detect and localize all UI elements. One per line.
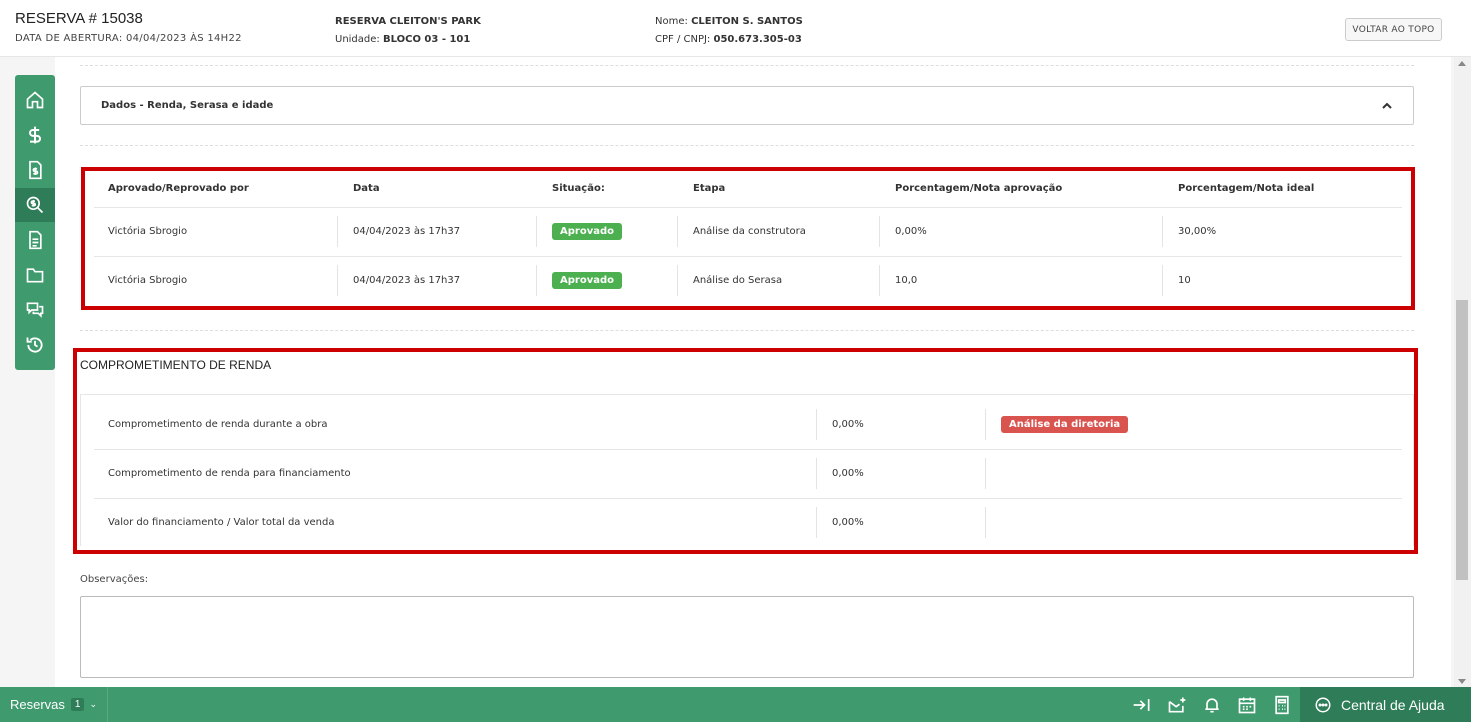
status-badge: Aprovado: [552, 272, 622, 289]
observations-label: Observações:: [80, 574, 149, 585]
col-divider: [879, 265, 880, 296]
cell-date: 04/04/2023 às 17h37: [353, 226, 461, 237]
project-info: RESERVA CLEITON'S PARK Unidade: BLOCO 03…: [335, 13, 481, 49]
folder-icon[interactable]: [15, 258, 55, 292]
income-value: 0,00%: [832, 517, 864, 528]
scrollbar-thumb[interactable]: [1456, 300, 1468, 580]
name-value: CLEITON S. SANTOS: [691, 16, 803, 27]
cell-stage: Análise da construtora: [693, 226, 806, 237]
bell-icon[interactable]: [1202, 695, 1222, 715]
section-title: COMPROMETIMENTO DE RENDA: [80, 358, 272, 372]
name-label: Nome:: [655, 16, 688, 27]
side-nav: [15, 75, 55, 370]
col-header-ideal: Porcentagem/Nota ideal: [1178, 183, 1315, 194]
review-badge: Análise da diretoria: [1001, 416, 1129, 433]
row-divider: [94, 256, 1402, 257]
divider: [80, 65, 1414, 66]
opened-date: DATA DE ABERTURA: 04/04/2023 ÀS 14H22: [15, 33, 242, 44]
col-divider: [677, 265, 678, 296]
cell-score: 0,00%: [895, 226, 927, 237]
calendar-icon[interactable]: [1237, 695, 1257, 715]
income-label: Valor do financiamento / Valor total da …: [108, 517, 335, 528]
back-to-top-button[interactable]: VOLTAR AO TOPO: [1345, 18, 1442, 41]
mail-alert-icon[interactable]: [1167, 695, 1187, 715]
col-divider: [536, 265, 537, 296]
unit-value: BLOCO 03 - 101: [382, 34, 471, 45]
income-label: Comprometimento de renda durante a obra: [108, 419, 328, 430]
col-header-score: Porcentagem/Nota aprovação: [895, 183, 1063, 194]
income-value: 0,00%: [832, 468, 864, 479]
col-header-status: Situação:: [552, 183, 605, 194]
chevron-up-icon[interactable]: [1381, 100, 1393, 112]
project-name: RESERVA CLEITON'S PARK: [335, 16, 481, 27]
col-divider: [1162, 265, 1163, 296]
top-bar: RESERVA # 15038 DATA DE ABERTURA: 04/04/…: [0, 0, 1471, 57]
chevron-down-icon[interactable]: ⌄: [89, 699, 97, 710]
reservas-tab[interactable]: Reservas 1 ⌄: [0, 687, 108, 722]
client-info: Nome: CLEITON S. SANTOS CPF / CNPJ: 050.…: [655, 13, 803, 49]
col-header-stage: Etapa: [693, 183, 726, 194]
divider: [80, 330, 1414, 331]
calculator-icon[interactable]: [1272, 695, 1292, 715]
income-label: Comprometimento de renda para financiame…: [108, 468, 351, 479]
row-divider: [94, 498, 1402, 499]
cell-stage: Análise do Serasa: [693, 275, 783, 286]
col-divider: [536, 216, 537, 247]
invoice-icon[interactable]: [15, 153, 55, 187]
doc-value: 050.673.305-03: [713, 34, 802, 45]
unit-label: Unidade:: [335, 34, 380, 45]
reservas-label: Reservas: [10, 697, 65, 712]
col-divider: [337, 265, 338, 296]
page-title: RESERVA # 15038: [15, 10, 143, 27]
col-divider: [985, 458, 986, 489]
document-icon[interactable]: [15, 223, 55, 257]
income-value: 0,00%: [832, 419, 864, 430]
chat-icon[interactable]: [15, 293, 55, 327]
cell-by: Victória Sbrogio: [108, 226, 188, 237]
scroll-down-arrow[interactable]: [1458, 679, 1466, 684]
doc-label: CPF / CNPJ:: [655, 34, 711, 45]
col-header-date: Data: [353, 183, 380, 194]
col-header-by: Aprovado/Reprovado por: [108, 183, 249, 194]
status-badge: Aprovado: [552, 223, 622, 240]
accordion-header[interactable]: Dados - Renda, Serasa e idade: [80, 86, 1414, 125]
col-divider: [816, 507, 817, 538]
scroll-up-arrow[interactable]: [1458, 61, 1466, 66]
reservas-count: 1: [70, 698, 85, 711]
footer-bar: Reservas 1 ⌄ Central de Ajuda: [0, 687, 1471, 722]
col-divider: [816, 409, 817, 440]
collapse-icon[interactable]: [1132, 695, 1152, 715]
col-divider: [985, 409, 986, 440]
home-icon[interactable]: [15, 83, 55, 117]
help-center-label: Central de Ajuda: [1341, 696, 1445, 713]
chat-help-icon: [1315, 697, 1331, 712]
divider: [80, 145, 1414, 146]
row-divider: [94, 449, 1402, 450]
row-divider: [94, 207, 1402, 208]
col-divider: [985, 507, 986, 538]
col-divider: [879, 216, 880, 247]
col-divider: [337, 216, 338, 247]
cell-date: 04/04/2023 às 17h37: [353, 275, 461, 286]
search-money-icon[interactable]: [15, 188, 55, 222]
cell-by: Victória Sbrogio: [108, 275, 188, 286]
history-icon[interactable]: [15, 328, 55, 362]
cell-score: 10,0: [895, 275, 918, 286]
col-divider: [1162, 216, 1163, 247]
col-divider: [677, 216, 678, 247]
col-divider: [816, 458, 817, 489]
cell-ideal: 30,00%: [1178, 226, 1217, 237]
observations-textarea[interactable]: [80, 596, 1414, 678]
accordion-title: Dados - Renda, Serasa e idade: [101, 100, 274, 111]
dollar-icon[interactable]: [15, 118, 55, 152]
help-center-button[interactable]: Central de Ajuda: [1300, 687, 1471, 722]
cell-ideal: 10: [1178, 275, 1191, 286]
